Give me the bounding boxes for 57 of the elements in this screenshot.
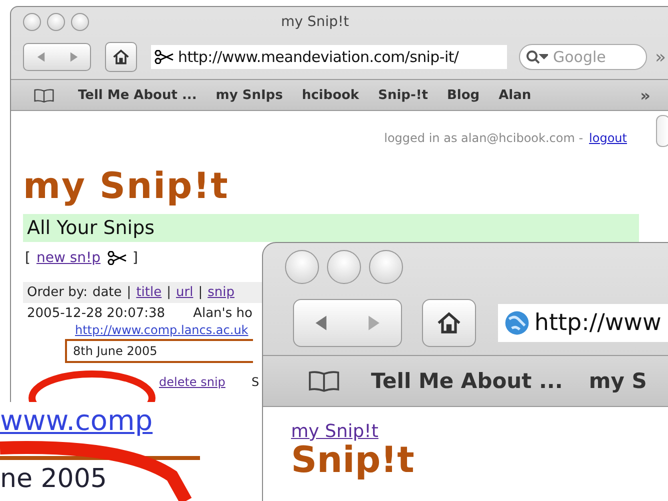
window-control-button[interactable]	[23, 13, 41, 31]
back-forward-buttons[interactable]	[23, 43, 91, 71]
bookmark-link[interactable]: Snip-!t	[378, 88, 428, 102]
address-field[interactable]: http://www	[498, 304, 668, 342]
sort-option[interactable]: date	[92, 285, 122, 300]
window-control-button[interactable]	[327, 250, 361, 284]
book-icon[interactable]	[33, 88, 55, 102]
sort-option[interactable]: title	[136, 285, 162, 300]
scrollbar[interactable]	[656, 115, 668, 147]
logout-link[interactable]: logout	[589, 131, 627, 145]
home-button[interactable]	[105, 42, 137, 72]
note-field[interactable]: 8th June 2005	[65, 339, 253, 363]
snip-title: Alan's ho	[193, 306, 252, 321]
search-icon	[526, 50, 548, 64]
bookmark-link[interactable]: Alan	[498, 88, 532, 102]
bracket: [	[25, 250, 30, 266]
bracket: ]	[132, 250, 138, 266]
bookmark-link[interactable]: Tell Me About ...	[78, 88, 197, 102]
bookmark-link[interactable]: my SnIps	[216, 88, 283, 102]
globe-icon	[504, 310, 530, 336]
scissors-icon	[106, 251, 127, 265]
home-icon	[436, 310, 462, 336]
sort-option[interactable]: url	[176, 285, 194, 300]
site-logo: my Snip!t	[23, 165, 230, 209]
address-field[interactable]: http://www.meandeviation.com/snip-it/	[151, 45, 507, 69]
window-control-button[interactable]	[369, 250, 403, 284]
window-title: my Snip!t	[281, 14, 350, 30]
section-heading: All Your Snips	[23, 214, 639, 242]
bookmarks-overflow-button[interactable]: »	[640, 86, 650, 104]
separator: |	[166, 285, 171, 300]
home-link[interactable]: my Snip!t	[291, 421, 378, 442]
window-control-button[interactable]	[285, 250, 319, 284]
delete-snip-link[interactable]: delete snip	[159, 375, 226, 389]
home-icon	[112, 48, 130, 66]
separator: |	[126, 285, 132, 300]
scissors-icon	[154, 50, 174, 64]
home-button[interactable]	[422, 299, 476, 347]
login-status: logged in as alan@hcibook.com -	[384, 131, 584, 145]
separator: |	[198, 285, 203, 300]
site-logo: Snip!t	[291, 442, 416, 480]
note-text: ne 2005	[0, 464, 107, 494]
bookmark-link[interactable]: hcibook	[302, 88, 360, 102]
new-snip-link[interactable]: new sn!p	[36, 250, 101, 266]
snip-url-link[interactable]: www.comp	[0, 404, 153, 437]
sort-option[interactable]: snip	[208, 285, 234, 300]
book-icon[interactable]	[307, 369, 341, 393]
bookmark-link[interactable]: Blog	[447, 88, 480, 102]
window-control-button[interactable]	[71, 13, 89, 31]
back-forward-buttons[interactable]	[293, 299, 402, 347]
snip-date: 2005-12-28 20:07:38	[27, 306, 166, 321]
snip-url-link[interactable]: http://www.comp.lancs.ac.uk	[75, 323, 248, 337]
snip-action: S	[251, 375, 260, 389]
forward-arrow-icon[interactable]	[68, 51, 80, 63]
bookmark-link[interactable]: my S	[588, 369, 647, 393]
bookmark-link[interactable]: Tell Me About ...	[371, 369, 563, 393]
window-control-button[interactable]	[47, 13, 65, 31]
sort-label: Order by:	[27, 285, 88, 300]
